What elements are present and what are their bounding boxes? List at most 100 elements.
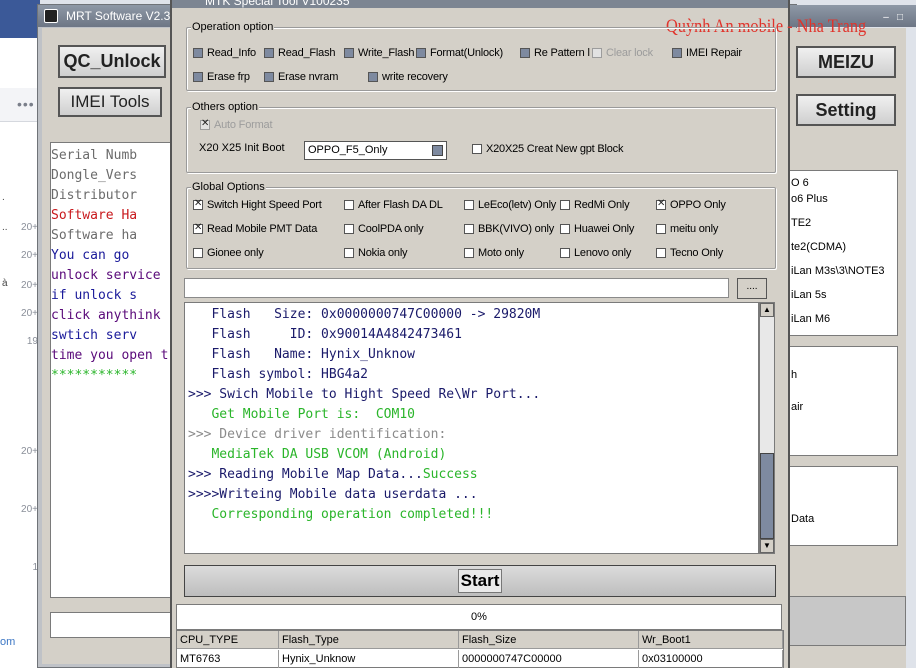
log-line: MediaTek DA USB VCOM (Android): [188, 447, 447, 462]
checkbox-label: Format(Unlock): [430, 47, 503, 59]
format-unlock-checkbox[interactable]: Format(Unlock): [416, 47, 503, 59]
browser-header-bar: [0, 0, 40, 38]
table-cell: MT6763: [177, 650, 279, 668]
model-list-tertiary[interactable]: Data: [788, 466, 898, 546]
checkbox-icon: [560, 248, 570, 258]
list-item[interactable]: O 6: [791, 177, 809, 189]
model-list[interactable]: O 6 o6 Plus TE2 te2(CDMA) iLan M3s\3\NOT…: [788, 170, 898, 336]
read-info-checkbox[interactable]: Read_Info: [193, 47, 256, 59]
more-options-icon[interactable]: •••: [17, 96, 35, 112]
erase-frp-checkbox[interactable]: Erase frp: [193, 71, 250, 83]
others-option-group: Others option: [186, 101, 776, 173]
moto-only-checkbox[interactable]: Moto only: [464, 247, 524, 259]
browse-button[interactable]: ....: [737, 278, 767, 299]
log-line: >>> Swich Mobile to Hight Speed Re\Wr Po…: [188, 387, 541, 402]
list-item[interactable]: te2(CDMA): [791, 241, 846, 253]
gionee-only-checkbox[interactable]: Gionee only: [193, 247, 264, 259]
tecno-only-checkbox[interactable]: Tecno Only: [656, 247, 723, 259]
log-line: Flash ID: 0x90014A4842473461: [188, 327, 462, 342]
maximize-icon[interactable]: □: [894, 12, 906, 24]
list-item[interactable]: h: [791, 369, 797, 381]
log-line: Dongle_Vers: [51, 168, 138, 183]
gutter-count: 20+: [21, 280, 38, 291]
write-recovery-checkbox[interactable]: write recovery: [368, 71, 448, 83]
write-flash-checkbox[interactable]: Write_Flash: [344, 47, 414, 59]
list-item[interactable]: Data: [791, 513, 814, 525]
nokia-only-checkbox[interactable]: Nokia only: [344, 247, 408, 259]
checkbox-icon: [672, 48, 682, 58]
checkbox-label: X20X25 Creat New gpt Block: [486, 143, 624, 155]
setting-button[interactable]: Setting: [796, 94, 896, 126]
lenovo-only-checkbox[interactable]: Lenovo only: [560, 247, 631, 259]
model-list-secondary[interactable]: h air: [788, 346, 898, 456]
scroll-down-icon[interactable]: ▼: [760, 539, 774, 553]
dialog-title: MTK Special Tool V100235: [205, 0, 350, 8]
checkbox-label: OPPO Only: [670, 199, 726, 211]
checkbox-label: Read_Flash: [278, 47, 336, 59]
list-item[interactable]: o6 Plus: [791, 193, 828, 205]
log-scrollbar[interactable]: ▲ ▼: [759, 302, 775, 554]
app-icon: [44, 9, 58, 23]
checkbox-label: Read Mobile PMT Data: [207, 223, 318, 235]
qc-unlock-button[interactable]: QC_Unlock: [58, 45, 166, 78]
log-line: Corresponding operation completed!!!: [188, 507, 494, 522]
redmi-only-checkbox[interactable]: RedMi Only: [560, 199, 630, 211]
log-line: Distributor: [51, 188, 138, 203]
list-item[interactable]: iLan M6: [791, 313, 830, 325]
scroll-up-icon[interactable]: ▲: [760, 303, 774, 317]
start-button[interactable]: Start: [184, 565, 776, 597]
init-boot-select[interactable]: OPPO_F5_Only: [304, 141, 447, 160]
checkbox-icon: [344, 224, 354, 234]
oppo-only-checkbox[interactable]: OPPO Only: [656, 198, 726, 211]
read-mobile-pmt-checkbox[interactable]: Read Mobile PMT Data: [193, 222, 318, 235]
checkbox-icon: [656, 248, 666, 258]
init-boot-label: X20 X25 Init Boot: [199, 142, 285, 154]
list-item[interactable]: TE2: [791, 217, 811, 229]
device-info-table: CPU_TYPE Flash_Type Flash_Size Wr_Boot1 …: [176, 630, 784, 668]
group-legend: Operation option: [191, 21, 275, 33]
checkbox-icon: [560, 224, 570, 234]
meizu-button[interactable]: MEIZU: [796, 46, 896, 78]
list-item[interactable]: iLan M3s\3\NOTE3: [791, 265, 885, 277]
gutter-text: .: [2, 192, 5, 203]
progress-text: 0%: [471, 611, 487, 623]
coolpda-only-checkbox[interactable]: CoolPDA only: [344, 223, 424, 235]
minimize-icon[interactable]: –: [880, 12, 892, 24]
checkbox-icon: [464, 248, 474, 258]
meitu-only-checkbox[interactable]: meitu only: [656, 223, 718, 235]
file-path-input[interactable]: [184, 278, 729, 298]
table-header: Wr_Boot1: [639, 631, 783, 649]
checkbox-label: Tecno Only: [670, 247, 724, 259]
scrollbar-thumb[interactable]: [760, 453, 774, 539]
gutter-link[interactable]: om: [0, 636, 15, 648]
huawei-only-checkbox[interactable]: Huawei Only: [560, 223, 634, 235]
imei-tools-button[interactable]: IMEI Tools: [58, 87, 162, 117]
bbk-vivo-only-checkbox[interactable]: BBK(VIVO) only: [464, 223, 554, 235]
leeco-only-checkbox[interactable]: LeEco(letv) Only: [464, 199, 556, 211]
gutter-count: 20+: [21, 250, 38, 261]
checkbox-icon: [193, 248, 203, 258]
imei-repair-checkbox[interactable]: IMEI Repair: [672, 47, 742, 59]
log-line: Software ha: [51, 228, 138, 243]
read-flash-checkbox[interactable]: Read_Flash: [264, 47, 336, 59]
checkbox-label: After Flash DA DL: [358, 199, 443, 211]
chevron-down-icon[interactable]: [432, 145, 443, 156]
checkbox-icon: [200, 118, 210, 130]
mrt-right-footer: [788, 596, 906, 646]
checkbox-label: meitu only: [670, 223, 719, 235]
checkbox-icon: [344, 200, 354, 210]
log-line: >>> Reading Mobile Map Data...Success: [188, 465, 478, 485]
gutter-count: 20+: [21, 222, 38, 233]
switch-high-speed-port-checkbox[interactable]: Switch Hight Speed Port: [193, 198, 322, 211]
checkbox-icon: [656, 224, 666, 234]
erase-nvram-checkbox[interactable]: Erase nvram: [264, 71, 338, 83]
list-item[interactable]: iLan 5s: [791, 289, 826, 301]
gpt-block-checkbox[interactable]: X20X25 Creat New gpt Block: [472, 143, 623, 155]
checkbox-label: Huawei Only: [574, 223, 635, 235]
log-line: unlock service: [51, 268, 161, 283]
list-item[interactable]: air: [791, 401, 803, 413]
checkbox-icon: [264, 48, 274, 58]
re-pattern-checkbox[interactable]: Re Pattern l: [520, 47, 590, 59]
after-flash-da-dl-checkbox[interactable]: After Flash DA DL: [344, 199, 443, 211]
checkbox-icon: [193, 72, 203, 82]
